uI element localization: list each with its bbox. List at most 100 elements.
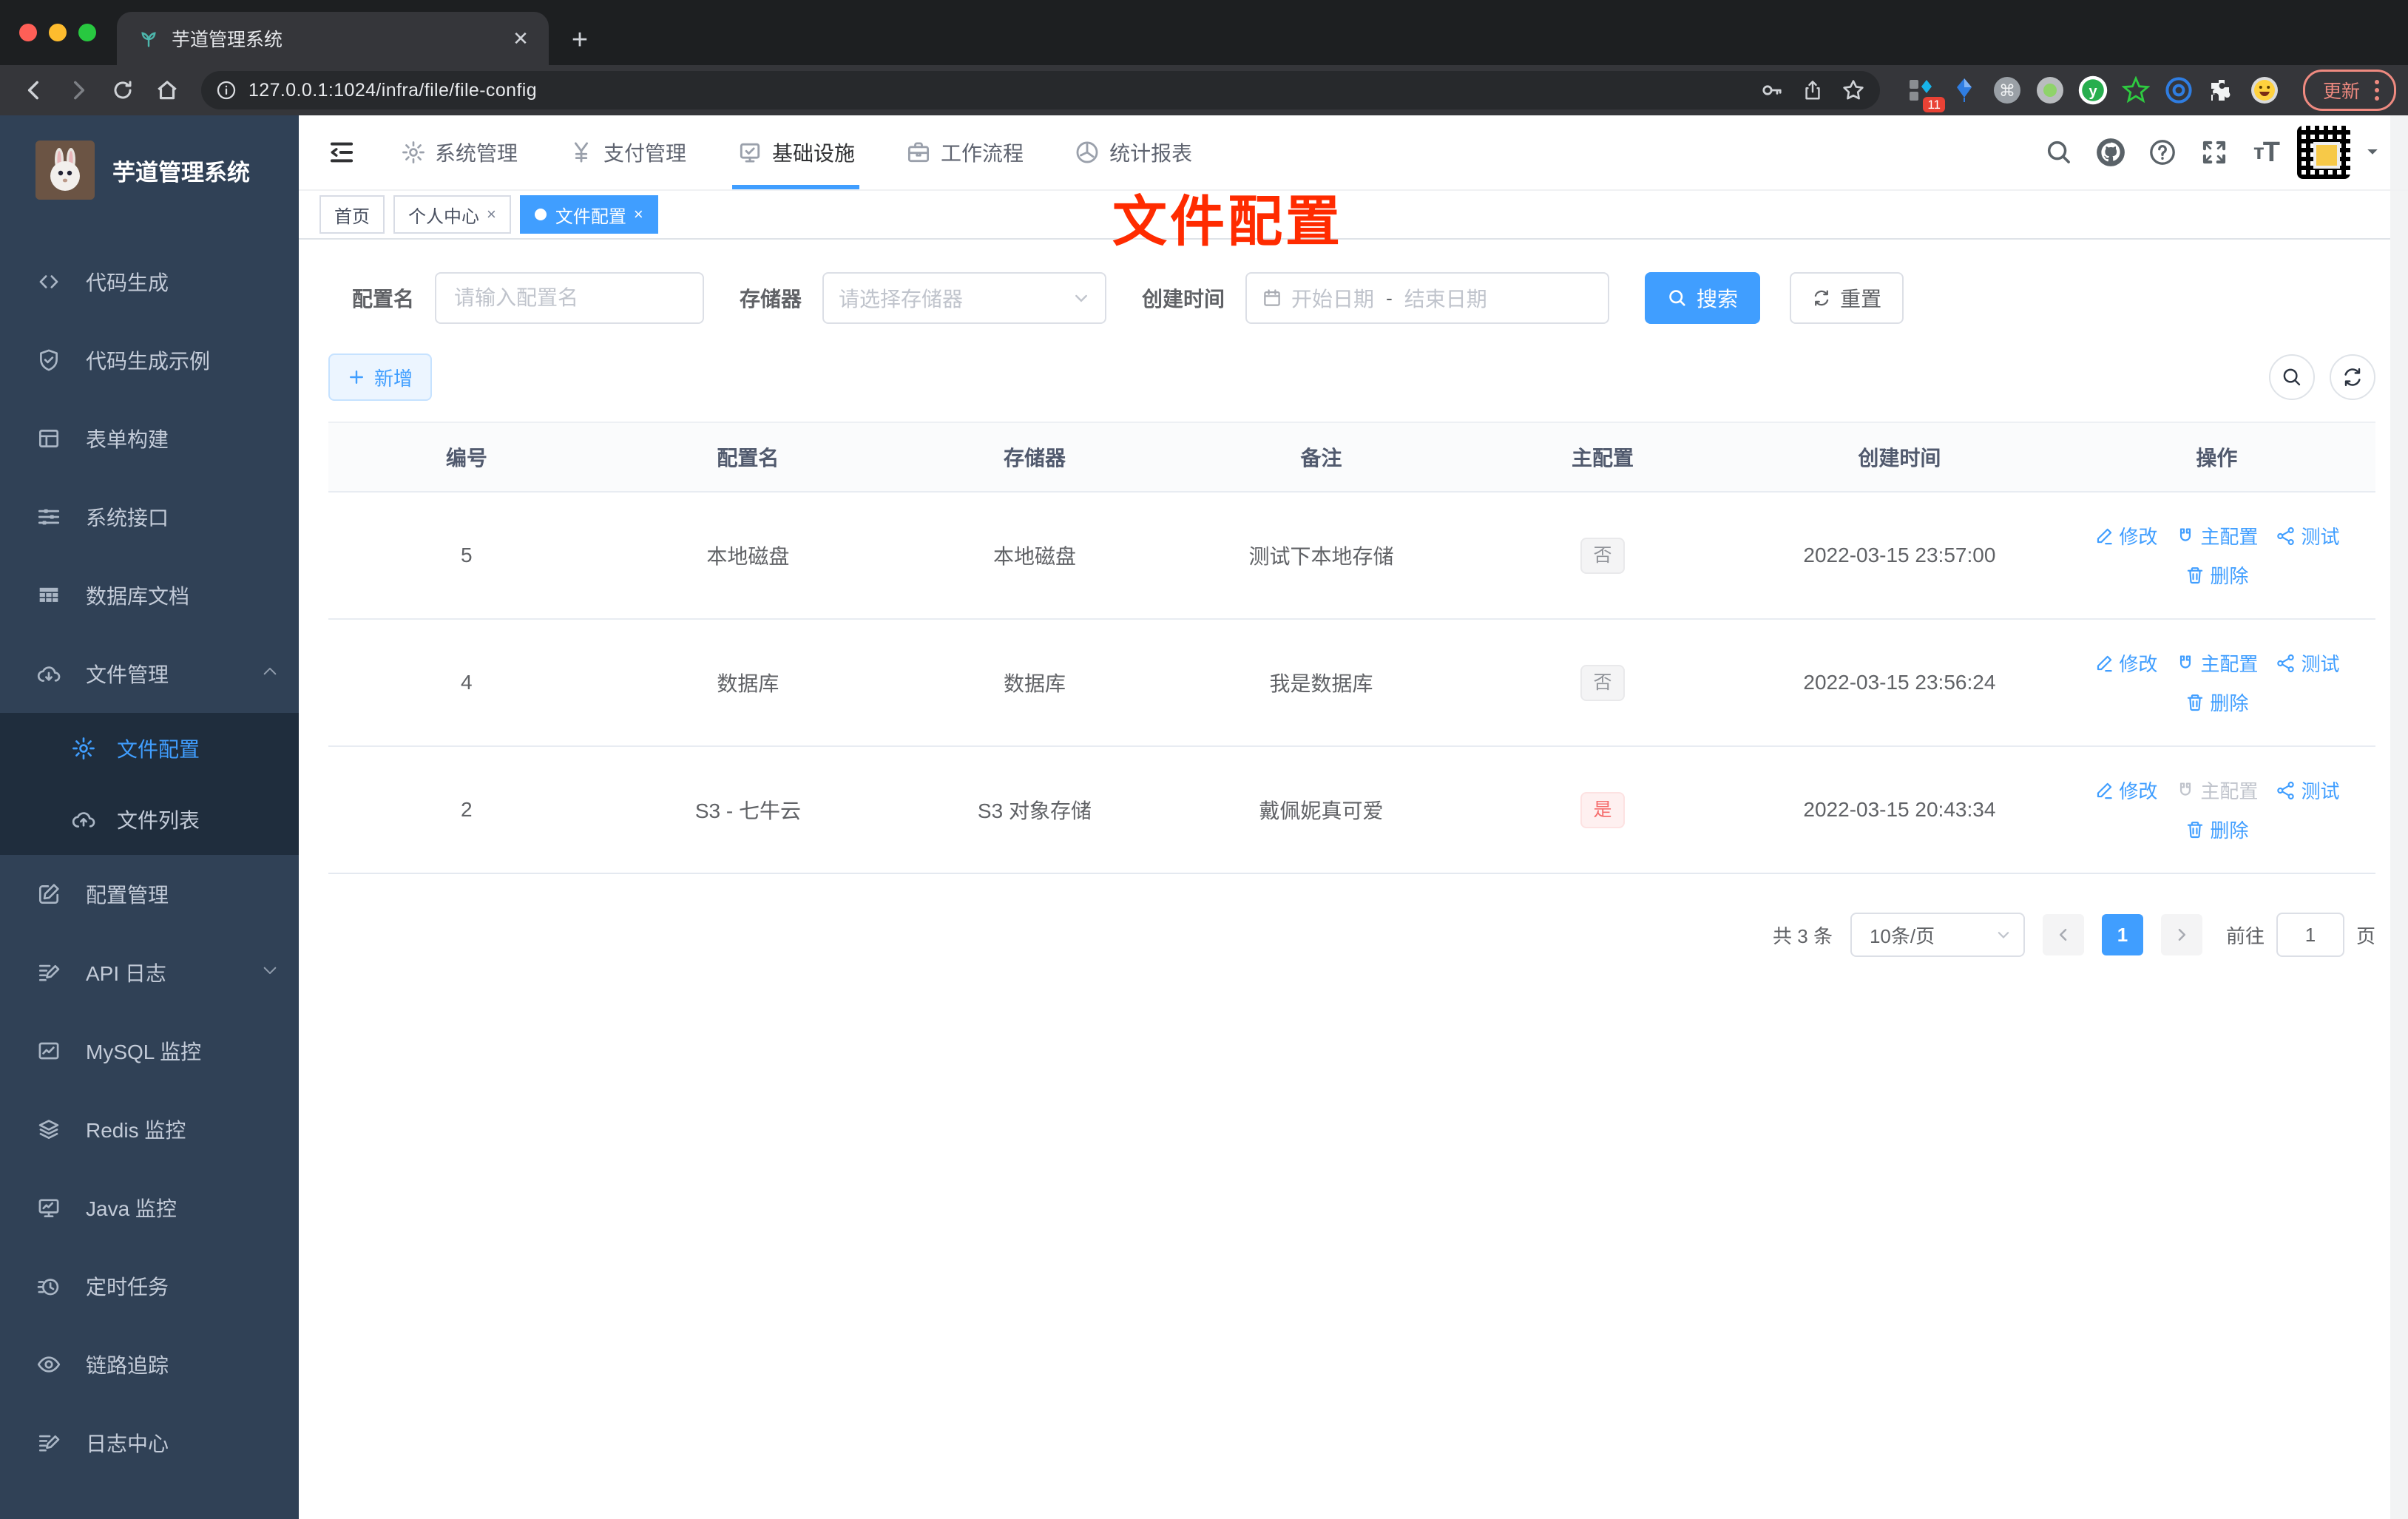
ext-kite-icon[interactable] bbox=[1949, 75, 1979, 105]
top-menu-item-2[interactable]: 支付管理 bbox=[543, 115, 711, 189]
tag-close-icon[interactable]: × bbox=[487, 205, 496, 224]
sidebar-item-5[interactable]: 数据库文档 bbox=[0, 556, 299, 635]
date-range-picker[interactable]: 开始日期 - 结束日期 bbox=[1245, 272, 1610, 324]
sidebar-item-3[interactable]: 表单构建 bbox=[0, 399, 299, 478]
ext-green-dot-icon[interactable] bbox=[2035, 75, 2065, 105]
help-icon[interactable] bbox=[2142, 132, 2183, 173]
config-name-input-field[interactable] bbox=[451, 285, 689, 311]
ext-y-green-icon[interactable]: y bbox=[2078, 75, 2108, 105]
share-icon[interactable] bbox=[1802, 79, 1824, 101]
tag-label: 文件配置 bbox=[555, 206, 626, 227]
prev-page-button[interactable] bbox=[2042, 914, 2084, 955]
search-button[interactable]: 搜索 bbox=[1645, 272, 1761, 324]
test-link[interactable]: 测试 bbox=[2276, 522, 2339, 549]
ext-emoji-icon[interactable] bbox=[2250, 75, 2279, 105]
date-start-placeholder[interactable]: 开始日期 bbox=[1291, 283, 1374, 313]
ext-grid-blue-icon[interactable]: 11 bbox=[1907, 75, 1945, 112]
delete-link[interactable]: 删除 bbox=[2185, 816, 2248, 843]
sidebar-item-label: 日志中心 bbox=[86, 1432, 169, 1455]
toggle-search-button[interactable] bbox=[2269, 354, 2315, 400]
test-link--icon bbox=[2276, 653, 2296, 674]
url-text[interactable]: 127.0.0.1:1024/infra/file/file-config bbox=[248, 80, 1748, 101]
zoom-window-button[interactable] bbox=[78, 24, 96, 41]
refresh-table-button[interactable] bbox=[2330, 354, 2375, 400]
font-size-icon[interactable]: тT bbox=[2245, 132, 2287, 173]
sidebar-item-1[interactable]: 代码生成 bbox=[0, 243, 299, 321]
sidebar-item-11[interactable]: Java 监控 bbox=[0, 1168, 299, 1247]
sidebar-item-8[interactable]: API 日志 bbox=[0, 933, 299, 1012]
sidebar-item-12[interactable]: 定时任务 bbox=[0, 1247, 299, 1325]
ext-star-green-icon[interactable] bbox=[2121, 75, 2151, 105]
minimize-window-button[interactable] bbox=[49, 24, 67, 41]
sidebar-item-7[interactable]: 配置管理 bbox=[0, 855, 299, 933]
page-size-value: 10条/页 bbox=[1869, 924, 1935, 947]
master-link[interactable]: 主配置 bbox=[2175, 649, 2258, 677]
reset-button[interactable]: 重置 bbox=[1790, 272, 1904, 324]
site-info-icon[interactable] bbox=[216, 80, 237, 101]
top-menu-item-1[interactable]: 系统管理 bbox=[376, 115, 543, 189]
new-tab-button[interactable]: + bbox=[558, 18, 602, 62]
delete-link[interactable]: 删除 bbox=[2185, 561, 2248, 589]
app-logo[interactable]: 芋道管理系统 bbox=[0, 115, 299, 225]
dashboard-icon bbox=[1074, 139, 1100, 166]
sidebar-item-2[interactable]: 代码生成示例 bbox=[0, 321, 299, 399]
delete-link[interactable]: 删除 bbox=[2185, 689, 2248, 716]
github-icon[interactable] bbox=[2090, 132, 2131, 173]
sidebar-item-9[interactable]: MySQL 监控 bbox=[0, 1012, 299, 1090]
window-controls[interactable] bbox=[0, 0, 117, 65]
sidebar-item-10[interactable]: Redis 监控 bbox=[0, 1090, 299, 1168]
avatar[interactable] bbox=[2297, 126, 2350, 179]
tag-文件配置[interactable]: 文件配置 × bbox=[519, 195, 658, 234]
edit-link[interactable]: 修改 bbox=[2094, 649, 2157, 677]
table-header-row: 编号 配置名 存储器 备注 主配置 创建时间 操作 bbox=[328, 422, 2375, 491]
tag-close-icon[interactable]: × bbox=[634, 205, 643, 224]
fullscreen-icon[interactable] bbox=[2194, 132, 2235, 173]
home-icon[interactable] bbox=[148, 71, 186, 109]
avatar-dropdown-icon[interactable] bbox=[2364, 139, 2381, 166]
gear-icon bbox=[71, 736, 96, 761]
collapse-sidebar-icon[interactable] bbox=[319, 130, 364, 175]
sidebar-item-14[interactable]: 日志中心 bbox=[0, 1404, 299, 1482]
mini-search-icon bbox=[2281, 366, 2303, 388]
sidebar-item-6[interactable]: 文件管理 bbox=[0, 635, 299, 713]
close-window-button[interactable] bbox=[19, 24, 37, 41]
tag-个人中心[interactable]: 个人中心 × bbox=[393, 195, 511, 234]
sidebar-subitem-文件配置[interactable]: 文件配置 bbox=[0, 713, 299, 784]
next-page-button[interactable] bbox=[2160, 914, 2202, 955]
tab-close-icon[interactable]: ✕ bbox=[507, 25, 534, 52]
storage-select[interactable]: 请选择存储器 bbox=[822, 272, 1107, 324]
test-link[interactable]: 测试 bbox=[2276, 777, 2339, 804]
sidebar-item-4[interactable]: 系统接口 bbox=[0, 478, 299, 556]
ext-puzzle-icon[interactable] bbox=[2207, 75, 2236, 105]
page-number-1[interactable]: 1 bbox=[2101, 914, 2143, 955]
ext-command-icon[interactable]: ⌘ bbox=[1992, 75, 2022, 105]
edit-link[interactable]: 修改 bbox=[2094, 522, 2157, 549]
page-size-select[interactable]: 10条/页 bbox=[1850, 913, 2025, 957]
password-key-icon[interactable] bbox=[1760, 78, 1784, 102]
search-icon[interactable] bbox=[2038, 132, 2080, 173]
bookmark-star-icon[interactable] bbox=[1841, 78, 1865, 102]
edit-link[interactable]: 修改 bbox=[2094, 777, 2157, 804]
ext-blue-rings-icon[interactable] bbox=[2164, 75, 2194, 105]
browser-tab[interactable]: 芋道管理系统 ✕ bbox=[117, 12, 549, 65]
tag-首页[interactable]: 首页 bbox=[319, 195, 385, 234]
add-button[interactable]: 新增 bbox=[328, 353, 433, 401]
back-icon[interactable] bbox=[15, 71, 53, 109]
edit-link-label: 修改 bbox=[2119, 653, 2158, 675]
top-menu-item-4[interactable]: 工作流程 bbox=[880, 115, 1049, 189]
browser-update-button[interactable]: 更新 bbox=[2302, 70, 2396, 111]
test-link[interactable]: 测试 bbox=[2276, 649, 2339, 677]
sidebar-subitem-文件列表[interactable]: 文件列表 bbox=[0, 784, 299, 855]
navbar-right: тT bbox=[2038, 126, 2381, 179]
sidebar-item-label: Java 监控 bbox=[86, 1197, 177, 1220]
config-name-input[interactable] bbox=[435, 272, 705, 324]
date-end-placeholder[interactable]: 结束日期 bbox=[1404, 283, 1487, 313]
master-link[interactable]: 主配置 bbox=[2175, 522, 2258, 549]
reload-icon[interactable] bbox=[104, 71, 142, 109]
goto-page-input[interactable]: 1 bbox=[2276, 913, 2344, 957]
sidebar-item-13[interactable]: 链路追踪 bbox=[0, 1325, 299, 1404]
browser-menu-icon[interactable] bbox=[2375, 80, 2379, 101]
address-bar[interactable]: 127.0.0.1:1024/infra/file/file-config bbox=[201, 71, 1880, 109]
forward-icon[interactable] bbox=[59, 71, 98, 109]
top-menu-item-3[interactable]: 基础设施 bbox=[711, 115, 880, 189]
